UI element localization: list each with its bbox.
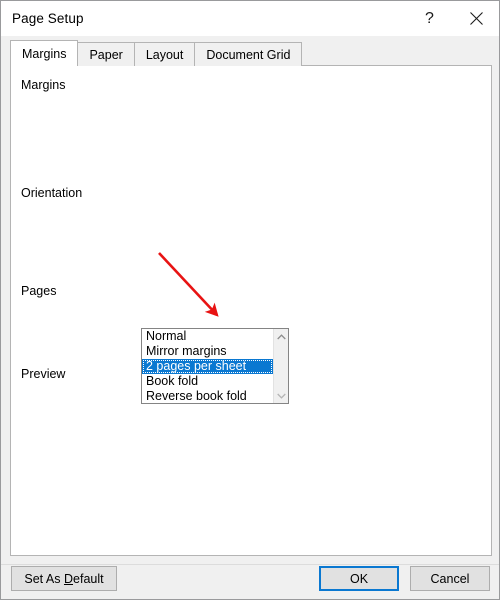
tab-label: Layout [145,47,184,62]
orientation-group-label: Orientation [21,186,90,200]
active-tab-notch [11,65,76,67]
page-setup-dialog: Page Setup ? Margins Paper Layout Docume… [0,0,500,600]
cancel-button[interactable]: Cancel [410,566,490,591]
cancel-label: Cancel [430,571,470,586]
tab-document-grid[interactable]: Document Grid [194,42,303,66]
set-as-default-button[interactable]: Set As Default [11,566,117,591]
tab-label: Paper [89,47,123,62]
footer-divider [1,564,499,565]
multiple-pages-dropdown-list[interactable]: Normal Mirror margins 2 pages per sheet … [141,328,289,404]
dropdown-items: Normal Mirror margins 2 pages per sheet … [142,329,273,403]
ok-label: OK [349,571,369,586]
dropdown-option-normal[interactable]: Normal [142,329,273,344]
scrollbar-up-button[interactable] [274,329,288,344]
ok-button[interactable]: OK [319,566,399,591]
pages-group-label: Pages [21,284,64,298]
tab-margins[interactable]: Margins [10,40,79,66]
dropdown-option-mirror-margins[interactable]: Mirror margins [142,344,273,359]
dialog-title: Page Setup [12,11,84,26]
margins-group-label: Margins [21,78,73,92]
scrollbar-down-button[interactable] [274,388,288,403]
title-bar: Page Setup ? [1,1,499,36]
dropdown-scrollbar[interactable] [273,329,288,403]
chevron-down-icon [276,393,286,399]
tab-layout[interactable]: Layout [133,42,196,66]
set-as-default-label: Set As Default [24,571,104,586]
dropdown-option-reverse-book-fold[interactable]: Reverse book fold [142,389,273,404]
tab-strip: Margins Paper Layout Document Grid [10,40,303,66]
help-button[interactable]: ? [407,1,452,36]
chevron-up-icon [276,333,286,339]
tab-paper[interactable]: Paper [77,42,135,66]
dropdown-option-2-pages-per-sheet[interactable]: 2 pages per sheet [142,359,273,374]
preview-group-label: Preview [21,367,73,381]
tab-label: Document Grid [206,47,291,62]
close-icon [470,12,483,25]
tab-label: Margins [22,46,67,61]
tab-content-panel [10,65,492,556]
close-button[interactable] [454,1,499,36]
question-mark-icon: ? [425,9,434,27]
dropdown-option-book-fold[interactable]: Book fold [142,374,273,389]
